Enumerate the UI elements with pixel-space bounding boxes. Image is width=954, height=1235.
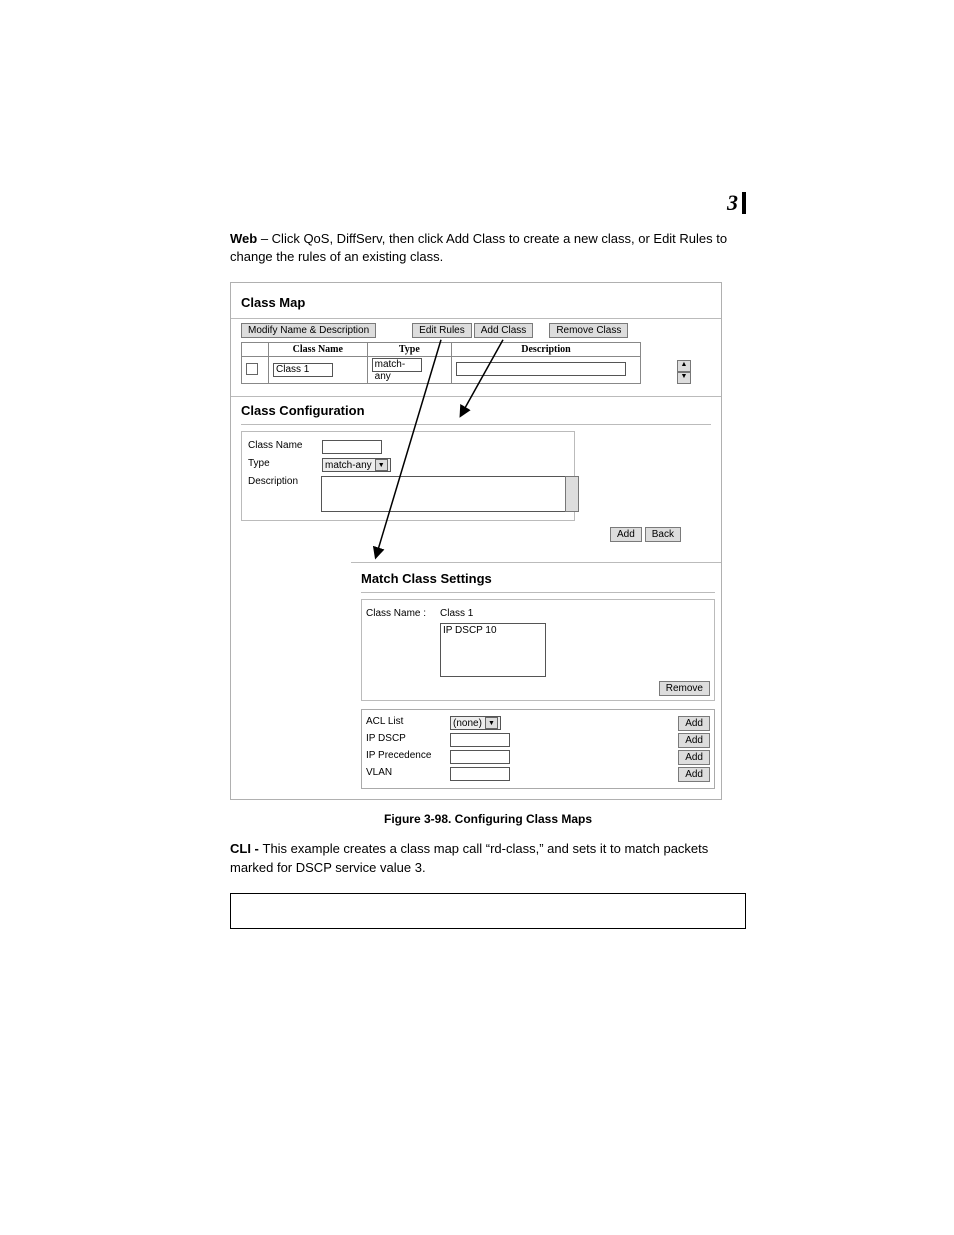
class-map-button-row: Modify Name & Description Edit Rules Add…	[231, 319, 721, 342]
match-class-settings-panel: Match Class Settings Class Name : Class …	[351, 562, 721, 799]
cli-example-box	[230, 893, 746, 929]
label-match-class-name: Class Name :	[366, 608, 436, 619]
label-ip-precedence: IP Precedence	[366, 750, 446, 761]
match-criteria-grid: ACL List (none) ▼ Add IP DSCP Add	[361, 709, 715, 789]
textarea-scrollbar[interactable]	[565, 476, 579, 512]
scroll-up-icon[interactable]: ▲	[677, 360, 691, 372]
scroll-down-icon[interactable]: ▼	[677, 372, 691, 384]
chevron-down-icon: ▼	[375, 459, 388, 471]
type-select-value: match-any	[325, 460, 372, 471]
ip-dscp-input[interactable]	[450, 733, 510, 747]
remove-rule-button[interactable]: Remove	[659, 681, 710, 696]
label-ip-dscp: IP DSCP	[366, 733, 446, 744]
col-description: Description	[452, 343, 641, 357]
class-map-table: Class Name Type Description Class 1 matc…	[241, 342, 641, 384]
chapter-number: 3	[727, 192, 746, 214]
edit-rules-button[interactable]: Edit Rules	[412, 323, 472, 338]
table-header-row: Class Name Type Description	[242, 343, 641, 357]
class-name-cell[interactable]: Class 1	[273, 363, 333, 377]
type-cell: match-any	[372, 358, 422, 372]
figure-caption: Figure 3-98. Configuring Class Maps	[230, 812, 746, 826]
cli-paragraph: CLI - This example creates a class map c…	[230, 840, 746, 876]
class-configuration-panel: Class Configuration Class Name Type matc…	[231, 396, 721, 548]
type-select[interactable]: match-any ▼	[322, 458, 391, 472]
cli-text: This example creates a class map call “r…	[230, 841, 708, 874]
remove-class-button[interactable]: Remove Class	[549, 323, 628, 338]
class-map-panel: Class Map Modify Name & Description Edit…	[231, 283, 721, 384]
config-back-button[interactable]: Back	[645, 527, 681, 542]
class-name-input[interactable]	[322, 440, 382, 454]
row-checkbox[interactable]	[246, 363, 258, 375]
modify-name-desc-button[interactable]: Modify Name & Description	[241, 323, 376, 338]
vlan-add-button[interactable]: Add	[678, 767, 710, 782]
vlan-input[interactable]	[450, 767, 510, 781]
ip-precedence-input[interactable]	[450, 750, 510, 764]
description-cell[interactable]	[456, 362, 626, 376]
label-type: Type	[248, 458, 318, 469]
label-acl-list: ACL List	[366, 716, 446, 727]
list-item[interactable]: IP DSCP 10	[443, 625, 497, 636]
match-rules-listbox[interactable]: IP DSCP 10	[440, 623, 546, 677]
config-add-button[interactable]: Add	[610, 527, 642, 542]
ipprec-add-button[interactable]: Add	[678, 750, 710, 765]
label-vlan: VLAN	[366, 767, 446, 778]
col-class-name: Class Name	[269, 343, 368, 357]
col-type: Type	[367, 343, 451, 357]
cli-bold: CLI -	[230, 841, 263, 856]
acl-select-value: (none)	[453, 718, 482, 729]
label-class-name: Class Name	[248, 440, 318, 451]
label-description: Description	[248, 476, 317, 487]
description-textarea[interactable]	[321, 476, 568, 512]
acl-add-button[interactable]: Add	[678, 716, 710, 731]
add-class-button[interactable]: Add Class	[474, 323, 534, 338]
screenshot-composite: Class Map Modify Name & Description Edit…	[230, 282, 722, 800]
match-settings-title: Match Class Settings	[361, 569, 715, 592]
chevron-down-icon: ▼	[485, 717, 498, 729]
web-text: – Click QoS, DiffServ, then click Add Cl…	[230, 231, 727, 264]
class-map-title: Class Map	[231, 283, 721, 318]
table-scroll[interactable]: ▲ ▼	[677, 360, 691, 384]
acl-select[interactable]: (none) ▼	[450, 716, 501, 730]
web-bold: Web	[230, 231, 257, 246]
ipdscp-add-button[interactable]: Add	[678, 733, 710, 748]
page: 3 Web – Click QoS, DiffServ, then click …	[0, 0, 954, 1235]
match-class-name-value: Class 1	[440, 608, 473, 619]
table-row: Class 1 match-any	[242, 357, 641, 384]
web-paragraph: Web – Click QoS, DiffServ, then click Ad…	[230, 230, 746, 266]
class-config-title: Class Configuration	[241, 397, 711, 424]
